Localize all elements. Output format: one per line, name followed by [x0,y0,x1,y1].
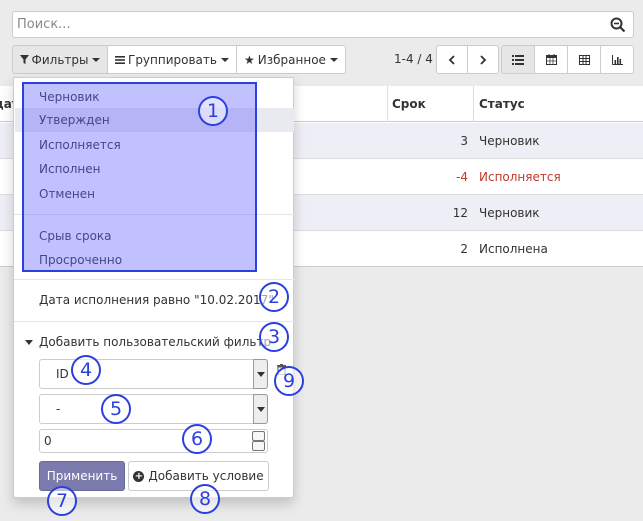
spinner-down-icon[interactable] [252,441,265,451]
plus-circle-icon: + [133,470,145,482]
chevron-left-icon [448,54,455,65]
table-grid-icon [578,54,590,65]
spinner-up-icon[interactable] [252,431,265,441]
value-field[interactable] [39,429,268,453]
favorites-button[interactable]: ★ Избранное [236,45,346,74]
annotation-marker-2: 2 [259,282,289,312]
annotation-marker-7: 7 [47,486,77,516]
filters-button[interactable]: Фильтры [12,45,108,74]
funnel-icon [19,55,29,64]
annotation-marker-8: 8 [190,484,220,514]
column-divider [387,86,388,122]
operator-select-value: - [56,402,61,416]
deadline-cell: 3 [460,134,468,148]
star-icon: ★ [244,52,255,67]
pager-previous-button[interactable] [436,45,468,74]
group-by-button-label: Группировать [128,52,217,67]
search-icon[interactable] [610,17,626,33]
status-cell: Черновик [479,206,540,220]
menu-divider [14,321,295,322]
add-condition-button-label: Добавить условие [148,469,264,483]
list-view-button[interactable] [501,45,535,74]
apply-button[interactable]: Применить [39,461,125,491]
deadline-cell: 12 [452,206,468,220]
pager-counter: 1-4 / 4 [394,52,433,66]
group-by-button[interactable]: Группировать [107,45,237,74]
menu-divider [14,279,295,280]
search-input[interactable] [17,15,597,34]
status-cell: Исполняется [479,170,561,184]
list-view-icon [512,54,524,65]
chevron-down-icon [329,57,338,62]
add-custom-filter-toggle[interactable]: Добавить пользовательский фильтр [39,335,271,349]
caret-down-icon [25,340,33,345]
annotation-marker-6: 6 [182,424,212,454]
bar-chart-icon [611,54,623,65]
filter-item-due-date[interactable]: Дата исполнения равно "10.02.2017" [39,293,274,307]
pager-next-button[interactable] [467,45,499,74]
status-cell: Черновик [479,134,540,148]
pivot-view-button[interactable] [567,45,601,74]
calendar-view-button[interactable] [534,45,568,74]
deadline-cell: -4 [456,170,468,184]
chevron-right-icon [480,54,487,65]
filters-button-label: Фильтры [31,52,89,67]
column-divider [473,86,474,122]
select-arrow-icon [253,359,268,389]
select-arrow-icon [253,394,268,424]
list-bars-icon [115,55,125,64]
deadline-cell: 2 [460,242,468,256]
calendar-icon [545,54,557,65]
search-bar[interactable] [12,11,634,38]
status-cell: Исполнена [479,242,548,256]
annotation-marker-4: 4 [71,355,101,385]
column-header-status[interactable]: Статус [479,97,525,111]
field-select-value: ID [56,367,69,381]
annotation-marker-9: 9 [274,366,304,396]
chevron-down-icon [92,57,101,62]
favorites-button-label: Избранное [257,52,326,67]
annotation-marker-5: 5 [101,394,131,424]
annotation-marker-1: 1 [198,96,228,126]
chevron-down-icon [220,57,229,62]
operator-select[interactable]: - [39,394,268,424]
column-header-deadline[interactable]: Срок [392,97,426,111]
filters-dropdown: Черновик Утвержден Исполняется Исполнен … [13,77,295,498]
graph-view-button[interactable] [600,45,634,74]
annotation-marker-3: 3 [259,322,289,352]
apply-button-label: Применить [46,469,118,483]
